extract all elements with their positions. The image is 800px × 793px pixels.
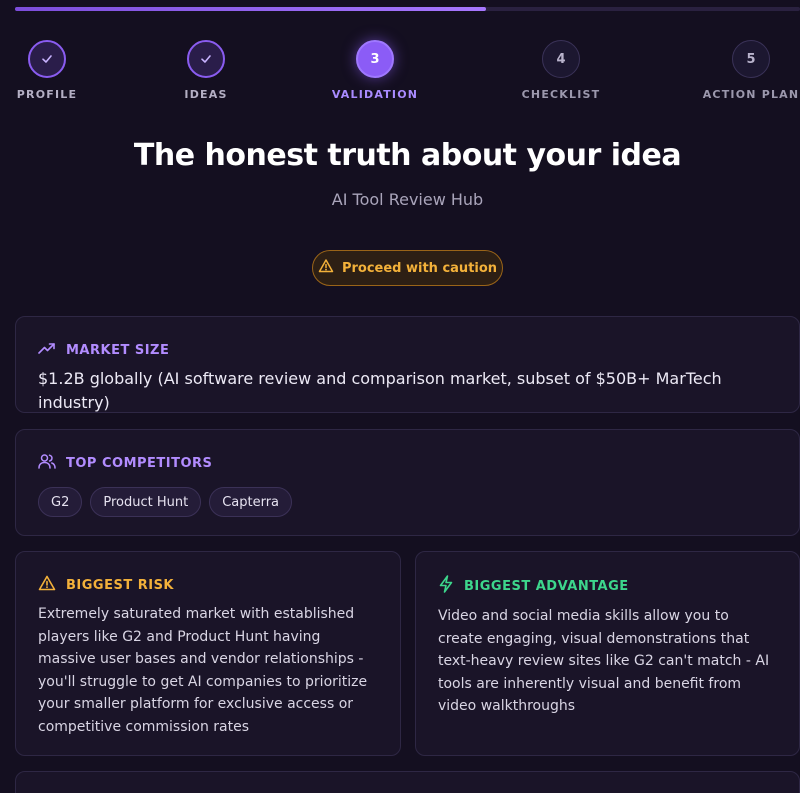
warning-icon	[318, 258, 334, 278]
check-icon	[28, 40, 66, 78]
competitor-chip: Product Hunt	[90, 487, 202, 517]
market-size-value: $1.2B globally (AI software review and c…	[38, 369, 722, 412]
verdict-label: Proceed with caution	[341, 260, 498, 276]
verdict-badge: Proceed with caution	[312, 250, 503, 286]
step-label: VALIDATION	[331, 88, 419, 101]
competitor-chip: Capterra	[209, 487, 293, 517]
idea-name: AI Tool Review Hub	[331, 190, 484, 209]
step-profile[interactable]: PROFILE	[0, 40, 107, 101]
next-card	[15, 771, 800, 793]
users-icon	[38, 453, 56, 473]
biggest-advantage-card: BIGGEST ADVANTAGE Video and social media…	[415, 551, 800, 756]
lightning-icon	[438, 575, 454, 597]
check-icon	[187, 40, 225, 78]
biggest-risk-heading: BIGGEST RISK	[66, 577, 175, 593]
market-size-heading: MARKET SIZE	[66, 342, 170, 358]
step-label: ACTION PLAN	[702, 88, 800, 101]
step-label: PROFILE	[16, 88, 78, 101]
step-label: IDEAS	[184, 88, 228, 101]
biggest-risk-text: Extremely saturated market with establis…	[38, 606, 368, 735]
step-ideas[interactable]: IDEAS	[146, 40, 266, 101]
competitor-chip: G2	[38, 487, 83, 517]
competitors-card: TOP COMPETITORS G2 Product Hunt Capterra	[15, 429, 800, 536]
progress-bar-fill	[15, 7, 486, 11]
step-checklist[interactable]: 4 CHECKLIST	[501, 40, 621, 101]
biggest-advantage-text: Video and social media skills allow you …	[438, 608, 770, 714]
step-number: 5	[732, 40, 770, 78]
biggest-advantage-heading: BIGGEST ADVANTAGE	[464, 578, 629, 594]
market-size-card: MARKET SIZE $1.2B globally (AI software …	[15, 316, 800, 413]
biggest-risk-card: BIGGEST RISK Extremely saturated market …	[15, 551, 401, 756]
warning-icon	[38, 575, 56, 595]
step-number: 3	[356, 40, 394, 78]
page-title: The honest truth about your idea	[133, 138, 682, 173]
progress-bar	[15, 7, 800, 11]
step-label: CHECKLIST	[521, 88, 601, 101]
step-validation[interactable]: 3 VALIDATION	[315, 40, 435, 101]
step-number: 4	[542, 40, 580, 78]
trending-up-icon	[38, 341, 56, 359]
competitors-heading: TOP COMPETITORS	[66, 455, 213, 471]
step-action-plan[interactable]: 5 ACTION PLAN	[691, 40, 800, 101]
